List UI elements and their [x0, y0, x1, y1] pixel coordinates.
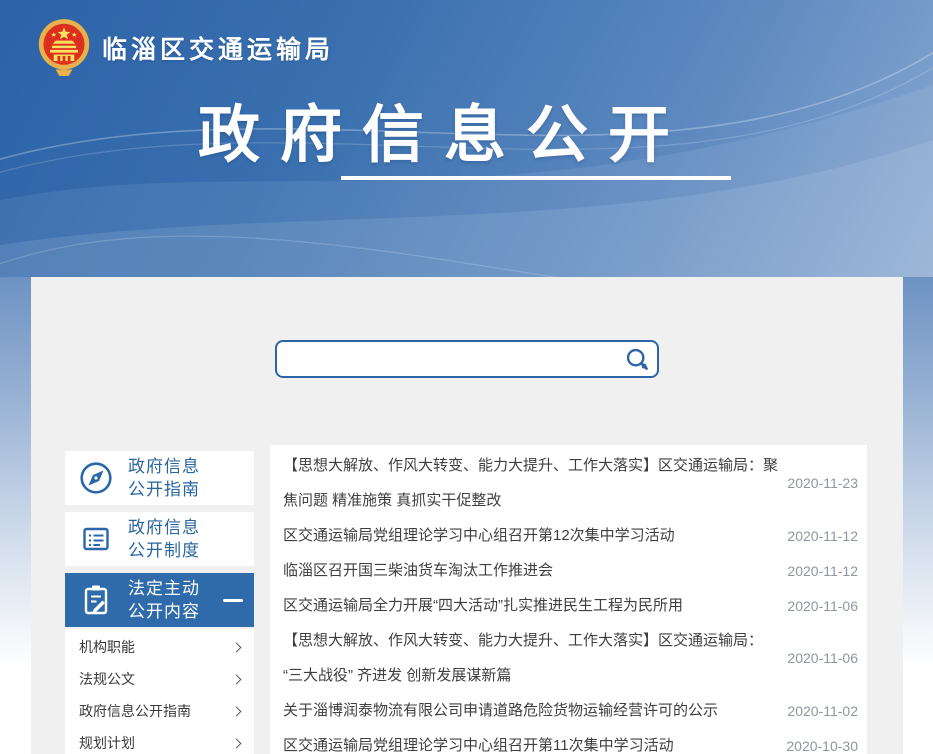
content-panel: 政府信息 公开指南 政府信息: [31, 277, 903, 754]
news-date: 2020-11-23: [778, 475, 858, 491]
news-title-link[interactable]: 临淄区召开国三柴油货车淘汰工作推进会: [283, 553, 778, 588]
sidebar-item-statutory-disclosure[interactable]: 法定主动 公开内容: [65, 573, 254, 627]
sidebar-subitem-regulations[interactable]: 法规公文: [65, 663, 254, 695]
news-list-item[interactable]: 区交通运输局党组理论学习中心组召开第11次集中学习活动 2020-10-30: [270, 728, 867, 754]
header-banner: 临淄区交通运输局 政府信息公开: [0, 0, 933, 277]
news-list-item[interactable]: 关于淄博润泰物流有限公司申请道路危险货物运输经营许可的公示 2020-11-02: [270, 693, 867, 728]
sidebar-submenu: 机构职能 法规公文 政府信息公开指南 规划计划: [65, 629, 254, 754]
sidebar-nav: 政府信息 公开指南 政府信息: [65, 451, 254, 754]
sidebar-subitem-org-functions[interactable]: 机构职能: [65, 631, 254, 663]
news-title-link[interactable]: 关于淄博润泰物流有限公司申请道路危险货物运输经营许可的公示: [283, 693, 778, 728]
document-list-icon: [78, 521, 114, 557]
sidebar-item-label: 法定主动 公开内容: [128, 577, 200, 623]
search-button[interactable]: [617, 342, 657, 376]
sidebar-item-label: 政府信息 公开制度: [128, 516, 200, 562]
site-name: 临淄区交通运输局: [102, 30, 334, 66]
news-title-link[interactable]: 区交通运输局全力开展“四大活动”扎实推进民生工程为民所用: [283, 588, 778, 623]
chevron-right-icon: [232, 706, 242, 716]
news-date: 2020-11-06: [778, 598, 858, 614]
search-icon: [624, 346, 651, 373]
news-list-item[interactable]: 区交通运输局党组理论学习中心组召开第12次集中学习活动 2020-11-12: [270, 518, 867, 553]
news-date: 2020-11-12: [778, 563, 858, 579]
site-brand[interactable]: 临淄区交通运输局: [36, 17, 334, 79]
chevron-right-icon: [232, 738, 242, 748]
sidebar-item-gov-info-system[interactable]: 政府信息 公开制度: [65, 512, 254, 566]
news-list-item[interactable]: 【思想大解放、作风大转变、能力大提升、工作大落实】区交通运输局： “三大战役” …: [270, 623, 867, 693]
sidebar-item-gov-info-guide[interactable]: 政府信息 公开指南: [65, 451, 254, 505]
news-date: 2020-10-30: [778, 738, 858, 754]
news-list-item[interactable]: 【思想大解放、作风大转变、能力大提升、工作大落实】区交通运输局：聚焦问题 精准施…: [270, 448, 867, 518]
news-title-link[interactable]: 【思想大解放、作风大转变、能力大提升、工作大落实】区交通运输局：聚焦问题 精准施…: [283, 448, 778, 518]
chevron-right-icon: [232, 674, 242, 684]
compass-icon: [78, 460, 114, 496]
news-title-link[interactable]: 【思想大解放、作风大转变、能力大提升、工作大落实】区交通运输局： “三大战役” …: [283, 623, 778, 693]
search-input[interactable]: [277, 342, 617, 376]
sidebar-item-label: 政府信息 公开指南: [128, 455, 200, 501]
title-underline: [341, 176, 731, 180]
page: 临淄区交通运输局 政府信息公开: [0, 0, 933, 754]
search-bar: [275, 340, 659, 378]
collapse-minus-icon[interactable]: [223, 599, 243, 602]
news-list-item[interactable]: 临淄区召开国三柴油货车淘汰工作推进会 2020-11-12: [270, 553, 867, 588]
news-list: 【思想大解放、作风大转变、能力大提升、工作大落实】区交通运输局：聚焦问题 精准施…: [270, 445, 867, 754]
news-date: 2020-11-06: [778, 650, 858, 666]
news-list-item[interactable]: 区交通运输局全力开展“四大活动”扎实推进民生工程为民所用 2020-11-06: [270, 588, 867, 623]
news-title-link[interactable]: 区交通运输局党组理论学习中心组召开第11次集中学习活动: [283, 728, 778, 754]
news-date: 2020-11-02: [778, 703, 858, 719]
news-title-link[interactable]: 区交通运输局党组理论学习中心组召开第12次集中学习活动: [283, 518, 778, 553]
page-title: 政府信息公开: [198, 84, 690, 174]
sidebar-subitem-disclosure-guide[interactable]: 政府信息公开指南: [65, 695, 254, 727]
news-date: 2020-11-12: [778, 528, 858, 544]
national-emblem-logo: [36, 17, 92, 79]
chevron-right-icon: [232, 642, 242, 652]
sidebar-subitem-plans[interactable]: 规划计划: [65, 727, 254, 754]
clipboard-pencil-icon: [78, 582, 114, 618]
